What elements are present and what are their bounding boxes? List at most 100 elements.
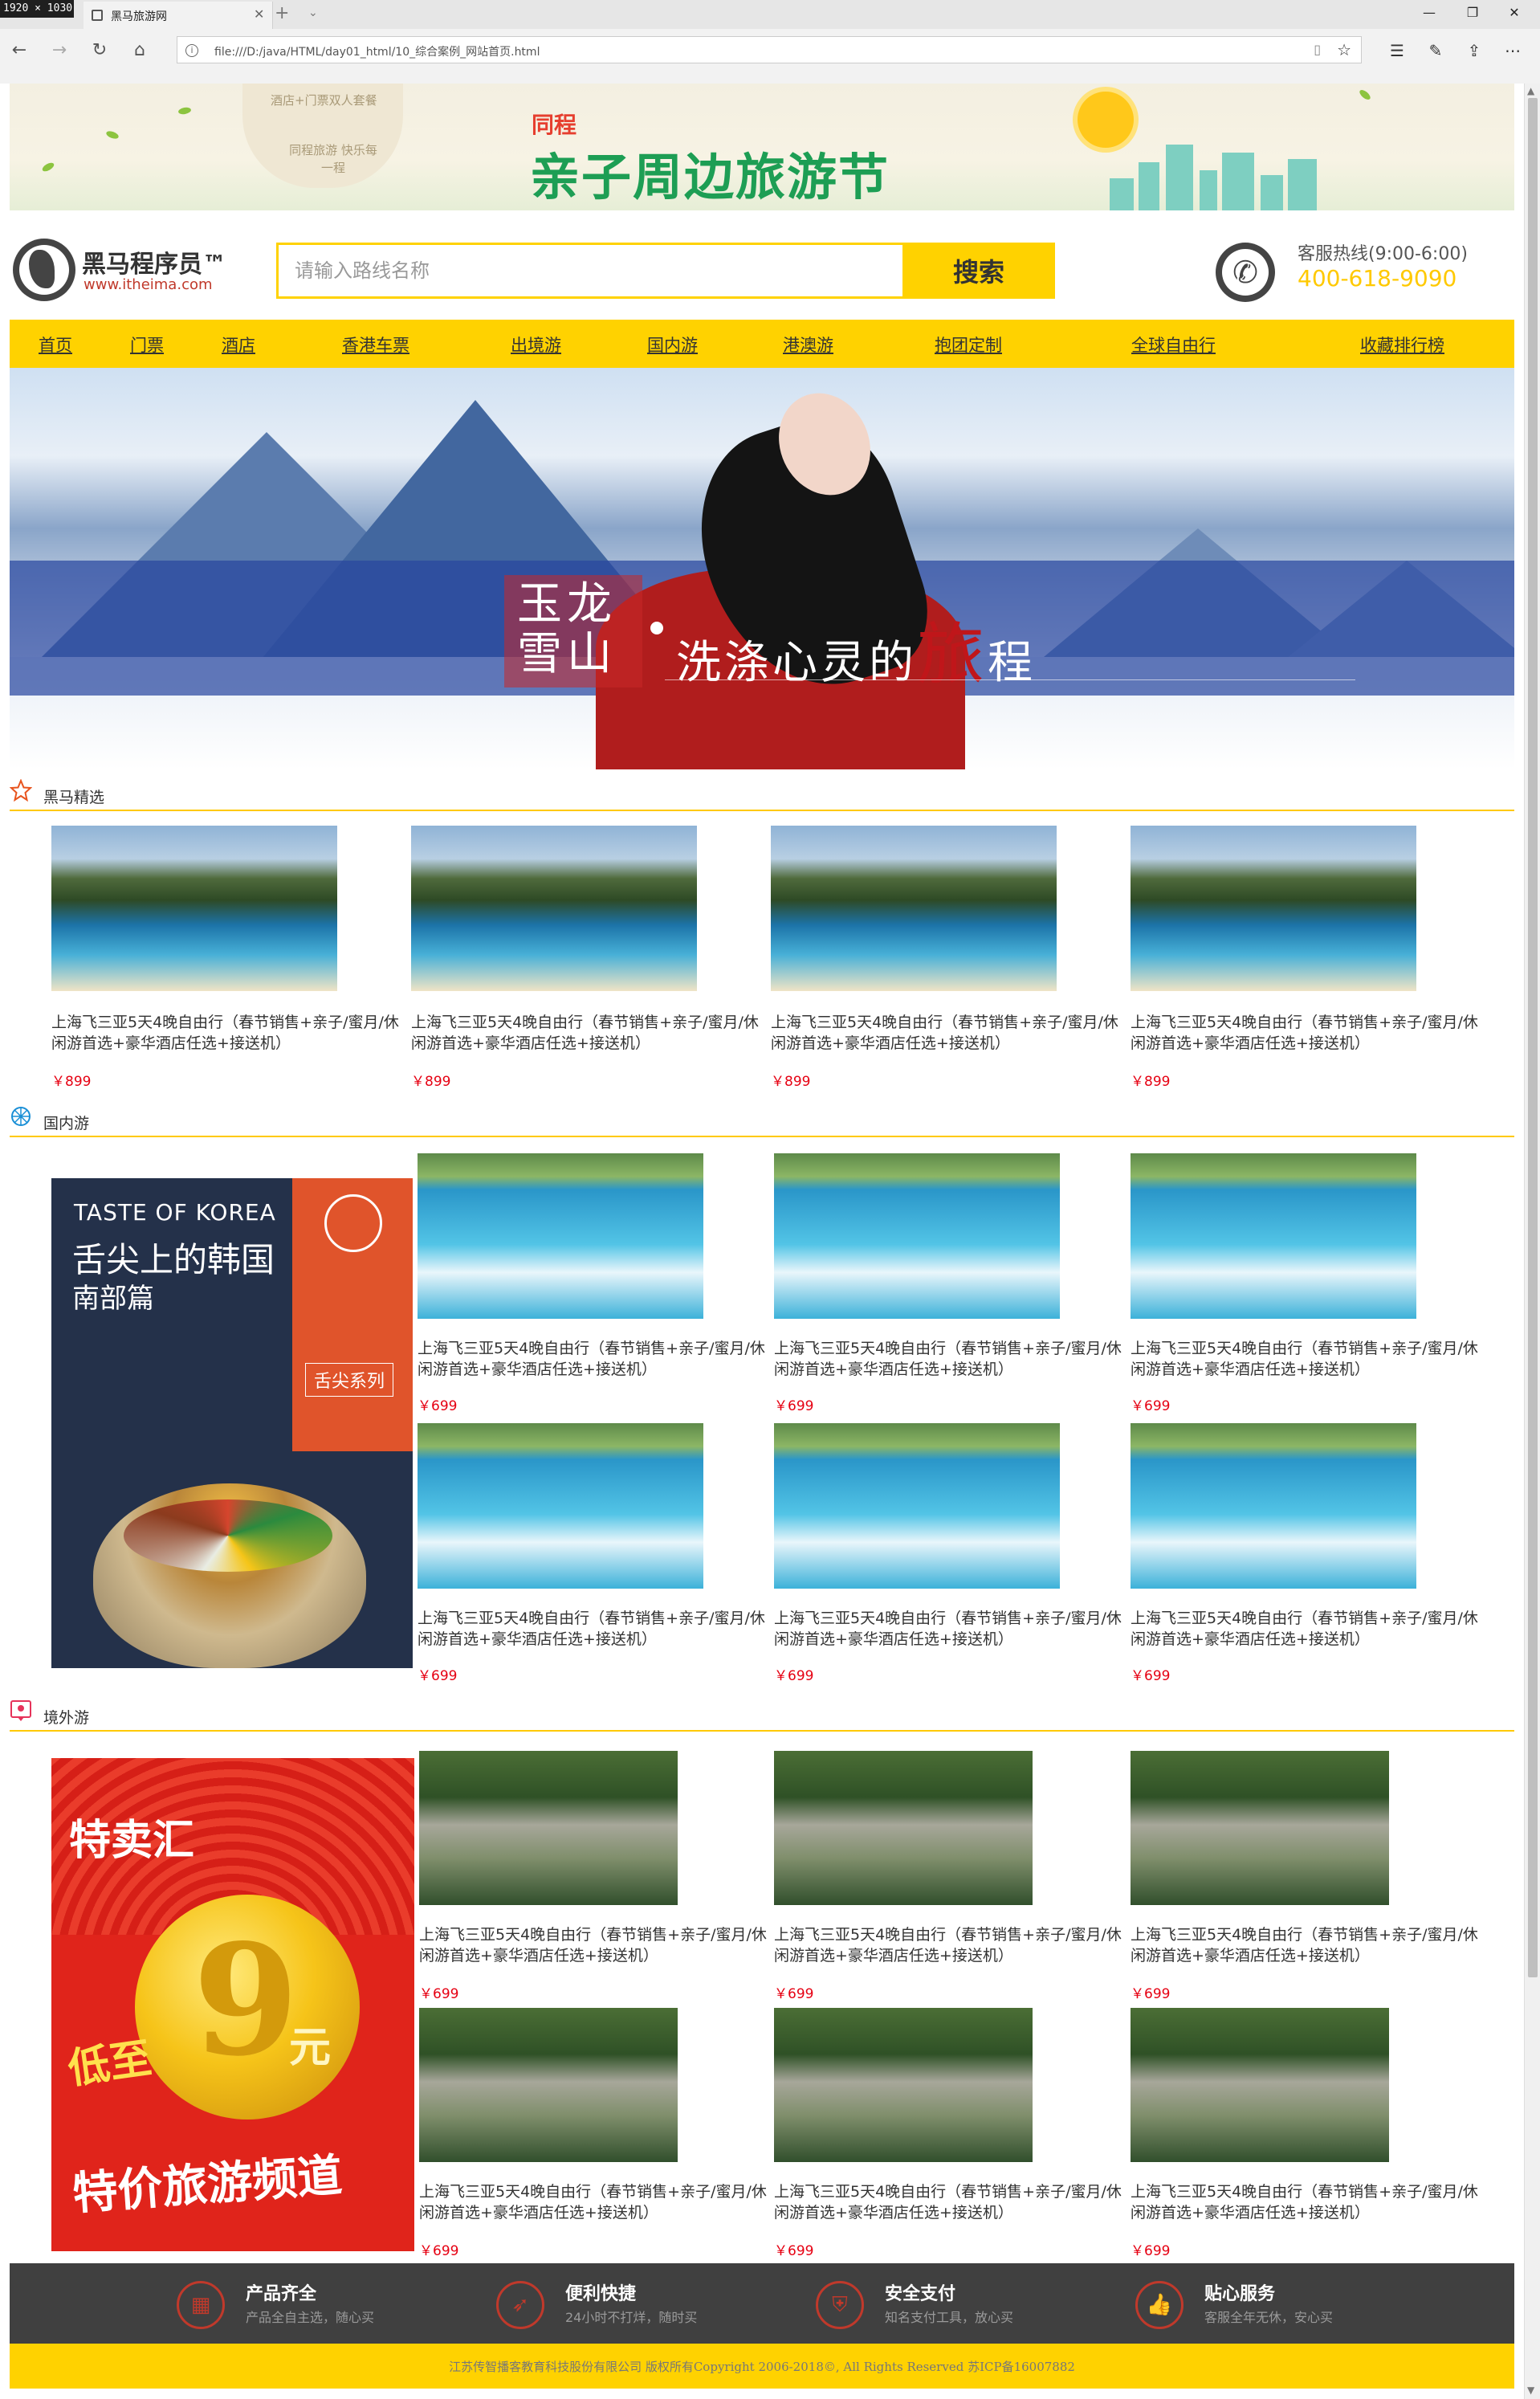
pen-icon[interactable]: ✎ bbox=[1421, 39, 1450, 63]
tab-close-icon[interactable]: ✕ bbox=[254, 6, 264, 22]
product-title[interactable]: 上海飞三亚5天4晚自由行（春节销售+亲子/蜜月/休闲游首选+豪华酒店任选+接送机… bbox=[51, 1012, 405, 1054]
logo-name[interactable]: 黑马程序员™ bbox=[82, 244, 226, 279]
favorites-list-icon[interactable]: ☰ bbox=[1383, 39, 1412, 63]
product-title[interactable]: 上海飞三亚5天4晚自由行（春节销售+亲子/蜜月/休闲游首选+豪华酒店任选+接送机… bbox=[411, 1012, 764, 1054]
product-title[interactable]: 上海飞三亚5天4晚自由行（春节销售+亲子/蜜月/休闲游首选+豪华酒店任选+接送机… bbox=[418, 1608, 771, 1650]
product-card[interactable]: 上海飞三亚5天4晚自由行（春节销售+亲子/蜜月/休闲游首选+豪华酒店任选+接送机… bbox=[1131, 1751, 1492, 2008]
nav-item-domestic[interactable]: 国内游 bbox=[647, 333, 698, 357]
new-tab-icon[interactable]: + bbox=[275, 5, 289, 22]
scrollbar-thumb[interactable] bbox=[1528, 98, 1538, 1977]
product-title[interactable]: 上海飞三亚5天4晚自由行（春节销售+亲子/蜜月/休闲游首选+豪华酒店任选+接送机… bbox=[774, 1924, 1127, 1966]
scrollbar[interactable]: ▲ ▼ bbox=[1524, 84, 1540, 2399]
product-image[interactable] bbox=[1131, 2008, 1389, 2162]
product-title[interactable]: 上海飞三亚5天4晚自由行（春节销售+亲子/蜜月/休闲游首选+豪华酒店任选+接送机… bbox=[1131, 2181, 1484, 2223]
product-title[interactable]: 上海飞三亚5天4晚自由行（春节销售+亲子/蜜月/休闲游首选+豪华酒店任选+接送机… bbox=[419, 1924, 772, 1966]
share-icon[interactable]: ⇪ bbox=[1460, 39, 1489, 63]
nav-item-favorites-rank[interactable]: 收藏排行榜 bbox=[1360, 333, 1444, 357]
chevron-down-icon[interactable]: ⌄ bbox=[308, 6, 318, 19]
product-image[interactable] bbox=[774, 1423, 1060, 1589]
nav-item-hotel[interactable]: 酒店 bbox=[222, 333, 255, 357]
feature-item: ➶ 便利快捷 24小时不打烊，随时买 bbox=[496, 2276, 801, 2332]
product-title[interactable]: 上海飞三亚5天4晚自由行（春节销售+亲子/蜜月/休闲游首选+豪华酒店任选+接送机… bbox=[774, 1338, 1127, 1380]
browser-tab[interactable]: 黑马旅游网 ✕ bbox=[84, 2, 273, 29]
search-input[interactable] bbox=[279, 245, 902, 296]
close-icon[interactable]: ✕ bbox=[1498, 5, 1530, 20]
nav-item-outbound[interactable]: 出境游 bbox=[511, 333, 561, 357]
scroll-up-icon[interactable]: ▲ bbox=[1527, 85, 1534, 96]
product-image[interactable] bbox=[419, 2008, 678, 2162]
more-icon[interactable]: ⋯ bbox=[1498, 39, 1527, 63]
minimize-icon[interactable]: — bbox=[1413, 5, 1445, 20]
forward-icon[interactable]: → bbox=[45, 39, 74, 63]
reading-view-icon[interactable]: ▯ bbox=[1314, 42, 1321, 57]
promo-banner[interactable]: 酒店+门票双人套餐 同程旅游 快乐每一程 同程 亲子周边旅游节 bbox=[10, 84, 1514, 210]
scroll-down-icon[interactable]: ▼ bbox=[1527, 2385, 1534, 2396]
section-header-domestic: 国内游 bbox=[10, 1102, 1514, 1137]
banner-slogan: 亲子周边旅游节 bbox=[530, 148, 890, 206]
search-button[interactable]: 搜索 bbox=[902, 243, 1055, 299]
product-price: ￥699 bbox=[774, 1986, 814, 2002]
product-image[interactable] bbox=[1131, 1423, 1416, 1589]
product-card[interactable]: 上海飞三亚5天4晚自由行（春节销售+亲子/蜜月/休闲游首选+豪华酒店任选+接送机… bbox=[1131, 1153, 1492, 1418]
product-card[interactable]: 上海飞三亚5天4晚自由行（春节销售+亲子/蜜月/休闲游首选+豪华酒店任选+接送机… bbox=[51, 826, 413, 1099]
product-image[interactable] bbox=[419, 1751, 678, 1905]
nav-item-hk-macau[interactable]: 港澳游 bbox=[783, 333, 833, 357]
product-image[interactable] bbox=[771, 826, 1057, 991]
product-card[interactable]: 上海飞三亚5天4晚自由行（春节销售+亲子/蜜月/休闲游首选+豪华酒店任选+接送机… bbox=[774, 1423, 1135, 1688]
nav-item-global-free[interactable]: 全球自由行 bbox=[1131, 333, 1216, 357]
product-image[interactable] bbox=[1131, 826, 1416, 991]
star-icon bbox=[10, 779, 32, 802]
korea-food-ad[interactable]: TASTE OF KOREA 舌尖上的韩国 南部篇 舌尖系列 bbox=[51, 1178, 413, 1668]
product-card[interactable]: 上海飞三亚5天4晚自由行（春节销售+亲子/蜜月/休闲游首选+豪华酒店任选+接送机… bbox=[1131, 2008, 1492, 2265]
favorite-star-icon[interactable]: ☆ bbox=[1337, 40, 1351, 59]
product-price: ￥699 bbox=[1131, 2243, 1171, 2259]
product-title[interactable]: 上海飞三亚5天4晚自由行（春节销售+亲子/蜜月/休闲游首选+豪华酒店任选+接送机… bbox=[774, 1608, 1127, 1650]
product-card[interactable]: 上海飞三亚5天4晚自由行（春节销售+亲子/蜜月/休闲游首选+豪华酒店任选+接送机… bbox=[1131, 1423, 1492, 1688]
product-card[interactable]: 上海飞三亚5天4晚自由行（春节销售+亲子/蜜月/休闲游首选+豪华酒店任选+接送机… bbox=[1131, 826, 1492, 1099]
horse-logo-icon[interactable] bbox=[13, 239, 75, 301]
hero-title-main: 洗涤心灵的 bbox=[676, 637, 917, 689]
back-icon[interactable]: ← bbox=[5, 39, 34, 63]
ad-price-number: 9 bbox=[193, 1911, 299, 2090]
nav-item-custom-group[interactable]: 抱团定制 bbox=[935, 333, 1002, 357]
product-image[interactable] bbox=[1131, 1153, 1416, 1319]
product-title[interactable]: 上海飞三亚5天4晚自由行（春节销售+亲子/蜜月/休闲游首选+豪华酒店任选+接送机… bbox=[1131, 1924, 1484, 1966]
nav-item-tickets[interactable]: 门票 bbox=[130, 333, 164, 357]
product-title[interactable]: 上海飞三亚5天4晚自由行（春节销售+亲子/蜜月/休闲游首选+豪华酒店任选+接送机… bbox=[1131, 1608, 1484, 1650]
nav-item-home[interactable]: 首页 bbox=[39, 333, 72, 357]
product-card[interactable]: 上海飞三亚5天4晚自由行（春节销售+亲子/蜜月/休闲游首选+豪华酒店任选+接送机… bbox=[774, 2008, 1135, 2265]
product-title[interactable]: 上海飞三亚5天4晚自由行（春节销售+亲子/蜜月/休闲游首选+豪华酒店任选+接送机… bbox=[419, 2181, 772, 2223]
product-card[interactable]: 上海飞三亚5天4晚自由行（春节销售+亲子/蜜月/休闲游首选+豪华酒店任选+接送机… bbox=[418, 1153, 779, 1418]
product-title[interactable]: 上海飞三亚5天4晚自由行（春节销售+亲子/蜜月/休闲游首选+豪华酒店任选+接送机… bbox=[1131, 1338, 1484, 1380]
product-title[interactable]: 上海飞三亚5天4晚自由行（春节销售+亲子/蜜月/休闲游首选+豪华酒店任选+接送机… bbox=[418, 1338, 771, 1380]
special-sale-ad[interactable]: 特卖汇 9 元 低至 特价旅游频道 bbox=[51, 1758, 414, 2251]
logo-url[interactable]: www.itheima.com bbox=[84, 276, 213, 293]
home-icon[interactable]: ⌂ bbox=[125, 39, 154, 63]
product-title[interactable]: 上海飞三亚5天4晚自由行（春节销售+亲子/蜜月/休闲游首选+豪华酒店任选+接送机… bbox=[774, 2181, 1127, 2223]
hero-banner[interactable]: 玉龙雪山 洗涤心灵的旅程 bbox=[10, 368, 1514, 769]
product-card[interactable]: 上海飞三亚5天4晚自由行（春节销售+亲子/蜜月/休闲游首选+豪华酒店任选+接送机… bbox=[774, 1153, 1135, 1418]
product-image[interactable] bbox=[418, 1153, 703, 1319]
banner-tagline: 同程旅游 快乐每一程 bbox=[289, 143, 377, 175]
product-image[interactable] bbox=[774, 1153, 1060, 1319]
refresh-icon[interactable]: ↻ bbox=[85, 39, 114, 63]
product-title[interactable]: 上海飞三亚5天4晚自由行（春节销售+亲子/蜜月/休闲游首选+豪华酒店任选+接送机… bbox=[1131, 1012, 1484, 1054]
product-image[interactable] bbox=[411, 826, 697, 991]
product-image[interactable] bbox=[774, 2008, 1033, 2162]
product-title[interactable]: 上海飞三亚5天4晚自由行（春节销售+亲子/蜜月/休闲游首选+豪华酒店任选+接送机… bbox=[771, 1012, 1124, 1054]
restore-icon[interactable]: ❐ bbox=[1456, 5, 1489, 20]
product-image[interactable] bbox=[774, 1751, 1033, 1905]
product-card[interactable]: 上海飞三亚5天4晚自由行（春节销售+亲子/蜜月/休闲游首选+豪华酒店任选+接送机… bbox=[419, 1751, 780, 2008]
product-image[interactable] bbox=[51, 826, 337, 991]
info-icon[interactable]: i bbox=[185, 44, 198, 57]
product-card[interactable]: 上海飞三亚5天4晚自由行（春节销售+亲子/蜜月/休闲游首选+豪华酒店任选+接送机… bbox=[411, 826, 772, 1099]
nav-item-hk-bus[interactable]: 香港车票 bbox=[342, 333, 409, 357]
product-card[interactable]: 上海飞三亚5天4晚自由行（春节销售+亲子/蜜月/休闲游首选+豪华酒店任选+接送机… bbox=[771, 826, 1132, 1099]
product-image[interactable] bbox=[418, 1423, 703, 1589]
product-card[interactable]: 上海飞三亚5天4晚自由行（春节销售+亲子/蜜月/休闲游首选+豪华酒店任选+接送机… bbox=[774, 1751, 1135, 2008]
product-card[interactable]: 上海飞三亚5天4晚自由行（春节销售+亲子/蜜月/休闲游首选+豪华酒店任选+接送机… bbox=[418, 1423, 779, 1688]
product-image[interactable] bbox=[1131, 1751, 1389, 1905]
address-bar[interactable]: i file:///D:/java/HTML/day01_html/10_综合案… bbox=[177, 36, 1362, 63]
hero-seal-text: 玉龙雪山 bbox=[517, 578, 617, 680]
product-card[interactable]: 上海飞三亚5天4晚自由行（春节销售+亲子/蜜月/休闲游首选+豪华酒店任选+接送机… bbox=[419, 2008, 780, 2265]
